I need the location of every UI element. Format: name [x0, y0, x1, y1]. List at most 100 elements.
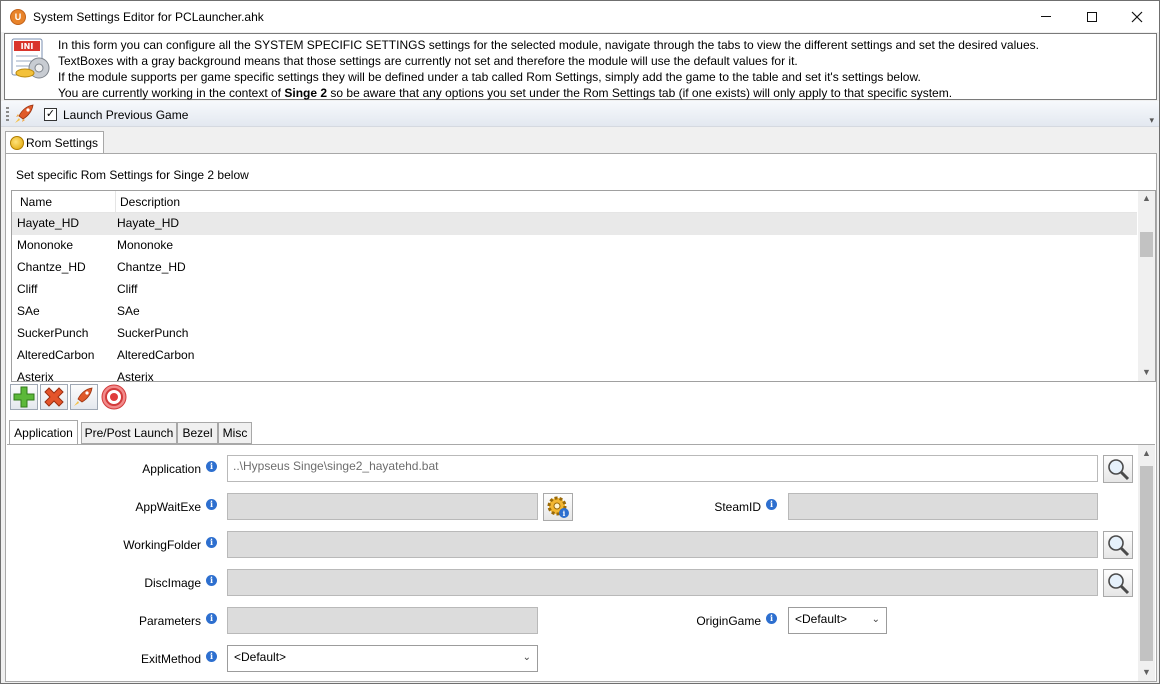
title-bar: U System Settings Editor for PCLauncher.… — [1, 1, 1159, 32]
rom-description: Chantze_HD — [117, 260, 186, 274]
rom-name: Chantze_HD — [17, 260, 86, 274]
context-prefix: You are currently working in the context… — [58, 86, 285, 100]
scroll-down-icon[interactable]: ▼ — [1138, 667, 1155, 677]
appwaitexe-label: AppWaitExe — [135, 500, 201, 514]
delete-rom-button[interactable] — [40, 384, 68, 410]
close-button[interactable] — [1114, 1, 1160, 32]
minimize-button[interactable] — [1023, 1, 1069, 32]
rom-row[interactable]: AlteredCarbon AlteredCarbon — [12, 345, 1137, 367]
info-icon[interactable]: i — [206, 499, 217, 510]
rom-row[interactable]: Chantze_HD Chantze_HD — [12, 257, 1137, 279]
ini-settings-icon: INI — [11, 38, 50, 79]
tab-bezel[interactable]: Bezel — [177, 422, 218, 444]
scroll-up-icon[interactable]: ▲ — [1138, 193, 1155, 203]
rom-list-scroll-thumb[interactable] — [1140, 232, 1153, 257]
rom-list[interactable]: Name Description Hayate_HD Hayate_HD Mon… — [11, 190, 1156, 382]
tab-rom-settings[interactable]: Rom Settings — [5, 131, 104, 154]
tab-application[interactable]: Application — [9, 420, 78, 445]
target-button[interactable] — [100, 384, 128, 410]
scroll-down-icon[interactable]: ▼ — [1138, 367, 1155, 377]
maximize-icon — [1087, 11, 1097, 22]
launch-rocket-icon — [74, 387, 93, 406]
chevron-down-icon: ⌄ — [871, 614, 880, 625]
info-icon[interactable]: i — [206, 461, 217, 472]
info-text: In this form you can configure all the S… — [58, 37, 1039, 101]
rom-description: SAe — [117, 304, 140, 318]
close-icon — [1131, 11, 1143, 22]
tab-misc[interactable]: Misc — [218, 422, 252, 444]
launch-rom-button[interactable] — [70, 384, 98, 410]
app-icon: U — [10, 8, 26, 25]
rom-settings-caption: Set specific Rom Settings for Singe 2 be… — [16, 168, 249, 182]
add-rom-button[interactable] — [10, 384, 38, 410]
info-icon[interactable]: i — [206, 613, 217, 624]
discimage-label: DiscImage — [144, 576, 201, 590]
info-icon[interactable]: i — [206, 575, 217, 586]
rom-description: Cliff — [117, 282, 138, 296]
steamid-label: SteamID — [714, 500, 761, 514]
target-icon — [101, 384, 127, 410]
appwaitexe-field[interactable] — [227, 493, 538, 520]
launch-rocket-icon[interactable] — [14, 104, 36, 124]
rom-row[interactable]: SuckerPunch SuckerPunch — [12, 323, 1137, 345]
tab-rom-settings-label: Rom Settings — [26, 136, 99, 150]
minimize-icon — [1041, 16, 1051, 17]
form-scrollbar[interactable]: ▲ ▼ — [1138, 445, 1155, 681]
svg-text:i: i — [563, 509, 566, 518]
maximize-button[interactable] — [1069, 1, 1115, 32]
workingfolder-field[interactable] — [227, 531, 1098, 558]
discimage-field[interactable] — [227, 569, 1098, 596]
search-icon — [1108, 459, 1130, 481]
info-line-2: TextBoxes with a gray background means t… — [58, 54, 798, 68]
application-label: Application — [142, 462, 201, 476]
info-panel: INI In this form you can configure all t… — [4, 33, 1157, 100]
toolbar-grip[interactable] — [6, 107, 9, 121]
parameters-label: Parameters — [138, 614, 201, 628]
info-icon[interactable]: i — [766, 499, 777, 510]
rom-list-scrollbar[interactable]: ▲ ▼ — [1138, 191, 1155, 381]
column-name-header[interactable]: Name — [20, 195, 52, 209]
form-scroll-thumb[interactable] — [1140, 466, 1153, 661]
discimage-browse-button[interactable] — [1103, 569, 1133, 597]
column-description-header[interactable]: Description — [120, 195, 180, 209]
toolbar-overflow-icon[interactable]: ▾ — [1149, 115, 1154, 126]
launch-previous-checkbox[interactable]: ✓ — [44, 108, 57, 121]
workingfolder-label: WorkingFolder — [123, 538, 201, 552]
exitmethod-value: <Default> — [234, 650, 287, 664]
rom-name: Hayate_HD — [17, 216, 80, 230]
context-system: Singe 2 — [284, 86, 328, 100]
rom-row[interactable]: Asterix Asterix — [12, 367, 1137, 381]
rom-row[interactable]: Cliff Cliff — [12, 279, 1137, 301]
rom-row[interactable]: SAe SAe — [12, 301, 1137, 323]
context-suffix: so be aware that any options you set und… — [327, 86, 953, 100]
rom-description: Hayate_HD — [117, 216, 180, 230]
launch-previous-label[interactable]: Launch Previous Game — [63, 108, 188, 122]
info-icon[interactable]: i — [206, 537, 217, 548]
parameters-field[interactable] — [227, 607, 538, 634]
info-icon[interactable]: i — [206, 651, 217, 662]
scroll-up-icon[interactable]: ▲ — [1138, 448, 1155, 458]
chevron-down-icon: ⌄ — [522, 652, 531, 663]
rom-name: SAe — [17, 304, 40, 318]
rom-name: SuckerPunch — [17, 326, 89, 340]
toolbar: ✓ Launch Previous Game ▾ — [1, 101, 1159, 127]
gear-icon: i — [547, 496, 569, 518]
appwaitexe-process-button[interactable]: i — [543, 493, 573, 521]
application-browse-button[interactable] — [1103, 455, 1133, 483]
rom-row[interactable]: Mononoke Mononoke — [12, 235, 1137, 257]
search-icon — [1108, 573, 1130, 595]
exitmethod-select[interactable]: <Default> ⌄ — [227, 645, 538, 672]
application-field[interactable]: ..\Hypseus Singe\singe2_hayatehd.bat — [227, 455, 1098, 482]
steamid-field[interactable] — [788, 493, 1098, 520]
rom-name: Cliff — [17, 282, 38, 296]
rom-description: Mononoke — [117, 238, 174, 252]
workingfolder-browse-button[interactable] — [1103, 531, 1133, 559]
origingame-value: <Default> — [795, 612, 848, 626]
info-icon[interactable]: i — [766, 613, 777, 624]
tab-pre-post-launch[interactable]: Pre/Post Launch — [81, 422, 177, 444]
svg-text:INI: INI — [21, 42, 34, 51]
exitmethod-label: ExitMethod — [140, 652, 201, 666]
rom-row-selected[interactable]: Hayate_HD Hayate_HD — [12, 213, 1137, 235]
origingame-select[interactable]: <Default> ⌄ — [788, 607, 887, 634]
column-divider[interactable] — [115, 191, 116, 213]
